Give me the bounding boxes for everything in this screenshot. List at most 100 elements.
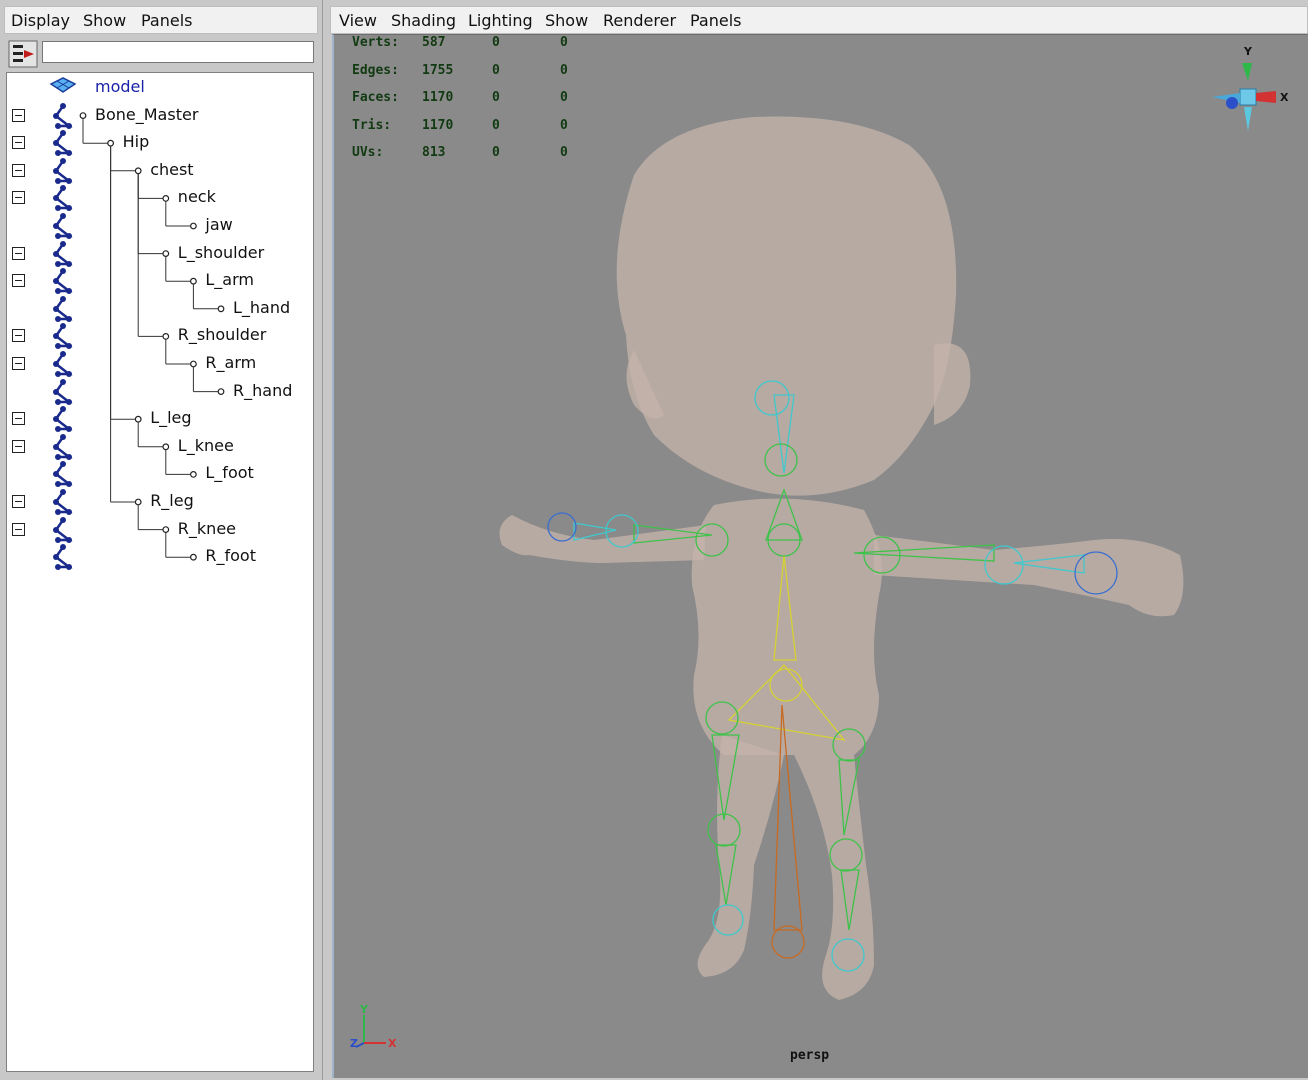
- view-cube-x-label: X: [1280, 91, 1289, 104]
- hud-value: 813: [422, 145, 446, 161]
- 3d-viewport[interactable]: Verts: 587 0 0 Edges: 1755 0 0 Faces: 1170 0 0 Tris:…: [332, 34, 1308, 1078]
- outliner-item-hip[interactable]: Hip: [123, 133, 150, 151]
- hud-value: 0: [560, 117, 568, 133]
- menu-lighting[interactable]: Lighting: [468, 11, 533, 30]
- view-cube-y-arrow: [1242, 63, 1252, 81]
- joint-icon: [53, 461, 73, 488]
- view-cube-neg-y: [1244, 107, 1252, 131]
- outliner-item-l_knee[interactable]: L_knee: [178, 436, 234, 455]
- hud-label: Faces:: [352, 90, 399, 106]
- hud-value: 587: [422, 35, 446, 50]
- outliner-item-model[interactable]: model: [95, 78, 145, 96]
- outliner-panel: Display Show Panels model Bone_Master Hip c…: [0, 0, 323, 1080]
- axis-z-label: Z: [350, 1037, 358, 1050]
- outliner-menubar: Display Show Panels: [4, 6, 318, 34]
- hud-value: 0: [492, 62, 500, 78]
- view-cube-y-label: Y: [1243, 45, 1253, 58]
- menu-shading[interactable]: Shading: [391, 11, 456, 30]
- collapse-toggle[interactable]: [12, 439, 25, 453]
- menu-view[interactable]: View: [339, 11, 377, 30]
- outliner-item-jaw[interactable]: jaw: [205, 216, 232, 234]
- axis-gizmo: Y X Z: [350, 1003, 397, 1050]
- view-cube-x-arrow: [1256, 91, 1276, 103]
- hud-value: 1170: [422, 117, 454, 133]
- joint-icon: [53, 268, 73, 295]
- viewport-menubar: View Shading Lighting Show Renderer Pane…: [330, 6, 1308, 34]
- viewport-panel: View Shading Lighting Show Renderer Pane…: [326, 0, 1308, 1080]
- hud-value: 0: [492, 90, 500, 106]
- joint-icon: [53, 351, 73, 377]
- joint-icon: [53, 516, 73, 543]
- outliner-filter-input[interactable]: [42, 41, 314, 63]
- joint-selected[interactable]: [771, 925, 805, 959]
- collapse-toggle[interactable]: [12, 412, 25, 426]
- outliner-filter-row: [4, 36, 318, 70]
- hud-value: 0: [560, 35, 568, 50]
- menu-show[interactable]: Show: [83, 11, 126, 30]
- collapse-toggle[interactable]: [12, 108, 25, 122]
- joint-icon: [53, 323, 73, 350]
- outliner-item-r_hand[interactable]: R_hand: [233, 381, 292, 400]
- outliner-item-l_arm[interactable]: L_arm: [205, 271, 254, 289]
- outliner-item-r_shoulder[interactable]: R_shoulder: [178, 326, 267, 344]
- joint-icon: [53, 378, 73, 405]
- bone-l-arm[interactable]: [573, 522, 617, 541]
- outliner-tree: model Bone_Master Hip chest neck jaw L_shoulde…: [6, 72, 314, 1072]
- outliner-item-r_leg[interactable]: R_leg: [150, 492, 194, 510]
- joint-icon: [53, 130, 73, 157]
- outliner-item-bone_master[interactable]: Bone_Master: [95, 105, 198, 124]
- hud-value: 0: [492, 145, 500, 161]
- hud-value: 0: [560, 90, 568, 106]
- collapse-toggle[interactable]: [12, 495, 25, 508]
- axis-y-label: Y: [359, 1003, 369, 1016]
- menu-panels[interactable]: Panels: [690, 11, 742, 30]
- hud-label: Tris:: [352, 117, 392, 133]
- outliner-item-chest[interactable]: chest: [150, 160, 193, 179]
- joint-icon: [53, 185, 73, 212]
- collapse-toggle[interactable]: [12, 246, 25, 260]
- hud-label: UVs:: [352, 145, 384, 161]
- menu-panels[interactable]: Panels: [141, 11, 193, 30]
- collapse-toggle[interactable]: [12, 357, 25, 370]
- joint-icon: [53, 295, 73, 322]
- outliner-item-l_foot[interactable]: L_foot: [205, 464, 253, 482]
- collapse-toggle[interactable]: [12, 274, 25, 288]
- menu-display[interactable]: Display: [11, 11, 70, 30]
- outliner-item-l_shoulder[interactable]: L_shoulder: [178, 243, 264, 262]
- outliner-item-l_leg[interactable]: L_leg: [150, 409, 191, 427]
- collapse-toggle[interactable]: [12, 329, 25, 343]
- outliner-item-l_hand[interactable]: L_hand: [233, 298, 290, 317]
- view-cube[interactable]: Y X: [1206, 41, 1296, 141]
- collapse-toggle[interactable]: [12, 163, 25, 177]
- view-cube-z-dot: [1226, 97, 1238, 109]
- outliner-item-r_foot[interactable]: R_foot: [205, 547, 256, 565]
- menu-renderer[interactable]: Renderer: [603, 11, 676, 30]
- hud-value: 1170: [422, 90, 454, 106]
- mesh-icon: [49, 77, 77, 93]
- outliner-item-r_arm[interactable]: R_arm: [205, 354, 256, 372]
- axis-x-label: X: [388, 1037, 397, 1050]
- joint-icon: [53, 433, 73, 460]
- collapse-toggle[interactable]: [12, 522, 25, 536]
- outliner-item-neck[interactable]: neck: [178, 188, 216, 206]
- joint-icon: [53, 213, 73, 239]
- joint-icon: [53, 544, 73, 571]
- hud-label: Edges:: [352, 62, 399, 78]
- collapse-toggle[interactable]: [12, 191, 25, 205]
- view-cube-center: [1239, 88, 1257, 106]
- outliner-item-r_knee[interactable]: R_knee: [178, 519, 236, 538]
- scene-canvas: [499, 116, 1184, 1000]
- joint-icon: [53, 489, 73, 515]
- menu-show[interactable]: Show: [545, 11, 588, 30]
- hud-value: 1755: [422, 62, 454, 78]
- camera-name: persp: [790, 1048, 830, 1063]
- joint-icon: [53, 102, 73, 129]
- hud-value: 0: [560, 62, 568, 78]
- collapse-toggle[interactable]: [12, 136, 25, 150]
- filter-icon[interactable]: [8, 40, 38, 68]
- hud-value: 0: [492, 35, 500, 50]
- joint-icon: [53, 240, 73, 267]
- hud-value: 0: [560, 145, 568, 161]
- hud-label: Verts:: [352, 35, 399, 50]
- joint-icon: [53, 406, 73, 433]
